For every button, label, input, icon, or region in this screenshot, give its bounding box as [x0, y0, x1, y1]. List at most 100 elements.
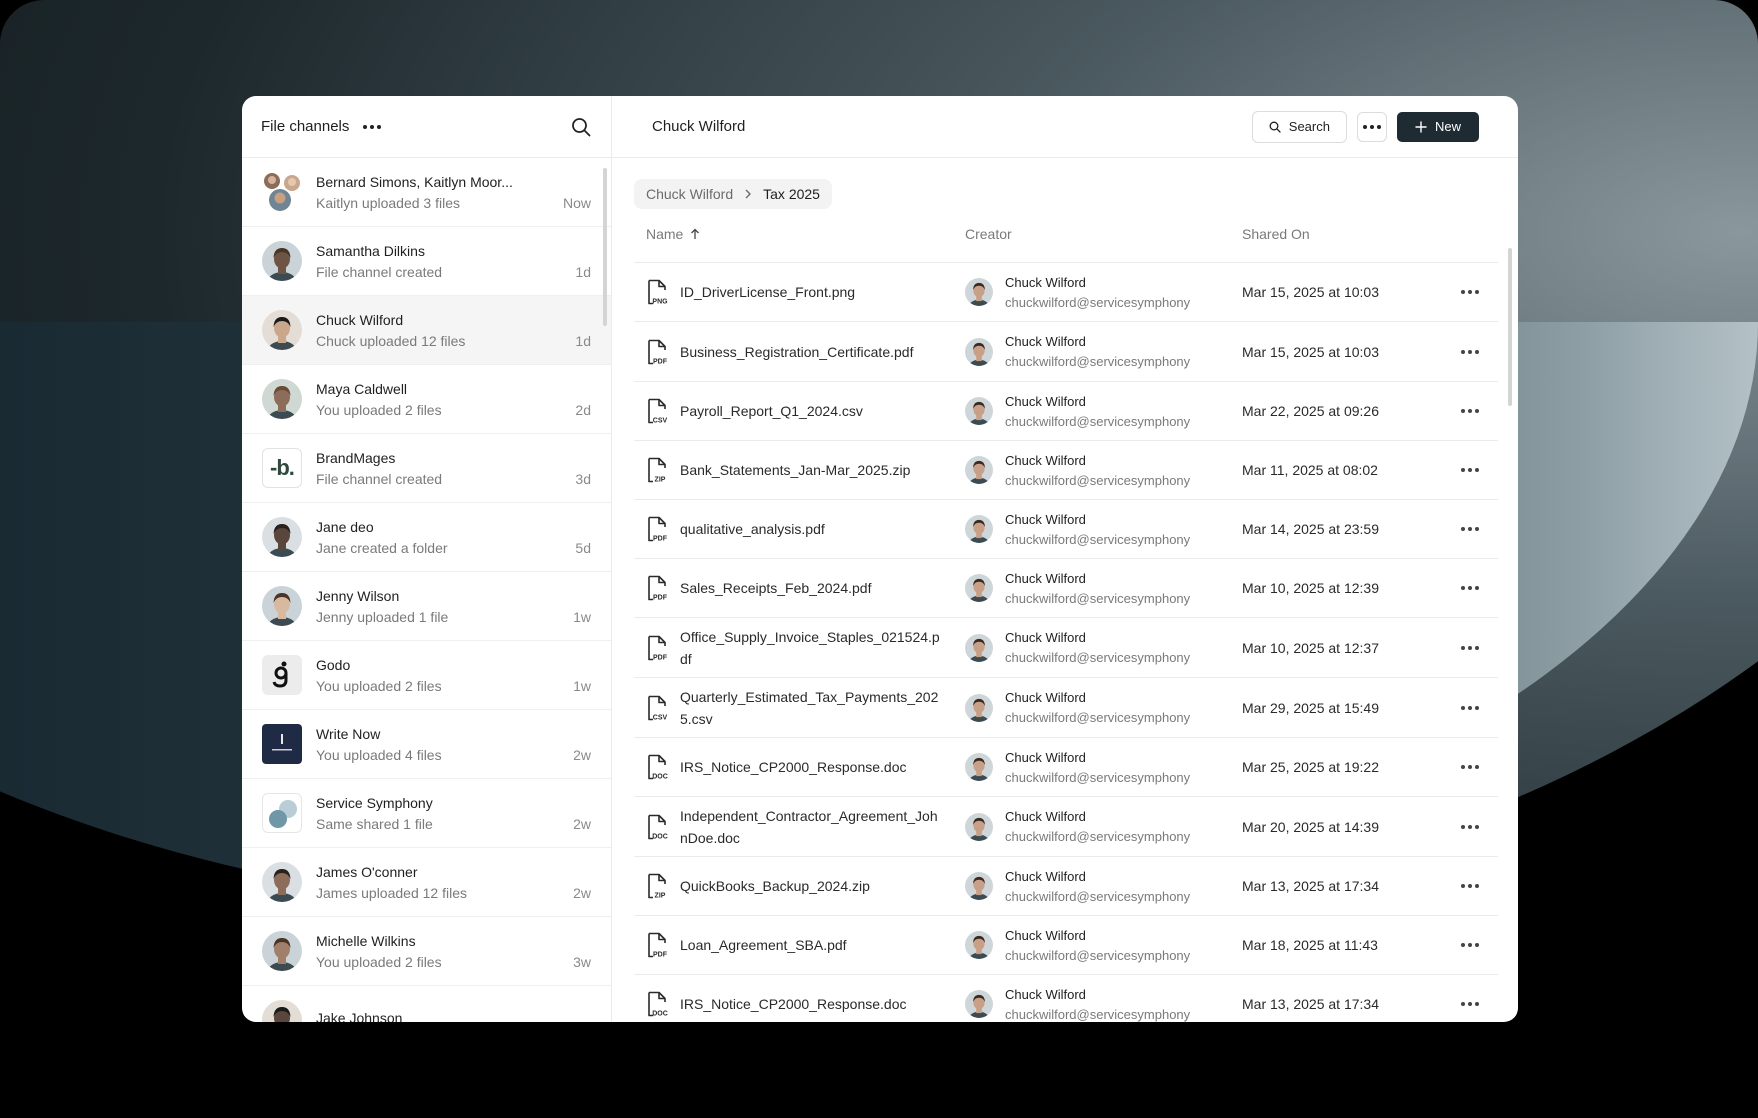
creator-email: chuckwilford@servicesymphony — [1005, 1006, 1191, 1022]
channel-name: Godo — [316, 656, 351, 673]
channel-item[interactable]: Bernard Simons, Kaitlyn Moor... Kaitlyn … — [242, 158, 611, 227]
column-header-name[interactable]: Name — [634, 226, 965, 242]
channel-item[interactable]: Chuck Wilford Chuck uploaded 12 files 1d — [242, 296, 611, 365]
creator-name: Chuck Wilford — [1005, 334, 1086, 349]
file-name[interactable]: Sales_Receipts_Feb_2024.pdf — [680, 577, 945, 599]
table-row[interactable]: PDF Loan_Agreement_SBA.pdf Chuck Wilford… — [634, 916, 1498, 975]
table-row[interactable]: PNG ID_DriverLicense_Front.png Chuck Wil… — [634, 263, 1498, 322]
brandmages-logo: -b. — [262, 448, 302, 488]
row-more-options-icon[interactable] — [1461, 349, 1479, 354]
table-row[interactable]: ZIP QuickBooks_Backup_2024.zip Chuck Wil… — [634, 857, 1498, 916]
shared-date: Mar 25, 2025 at 19:22 — [1242, 759, 1379, 775]
creator-email: chuckwilford@servicesymphony — [1005, 947, 1191, 963]
sort-ascending-icon — [691, 228, 700, 239]
avatar — [262, 517, 302, 557]
row-more-options-icon[interactable] — [1461, 645, 1479, 650]
table-row[interactable]: DOC IRS_Notice_CP2000_Response.doc Chuck… — [634, 738, 1498, 797]
row-more-options-icon[interactable] — [1461, 705, 1479, 710]
file-name[interactable]: Office_Supply_Invoice_Staples_021524.pdf — [680, 626, 945, 670]
file-name[interactable]: IRS_Notice_CP2000_Response.doc — [680, 993, 945, 1015]
table-row[interactable]: PDF Business_Registration_Certificate.pd… — [634, 322, 1498, 382]
breadcrumb-item[interactable]: Chuck Wilford — [646, 186, 733, 202]
table-row[interactable]: PDF Office_Supply_Invoice_Staples_021524… — [634, 618, 1498, 678]
row-more-options-icon[interactable] — [1461, 468, 1479, 472]
row-more-options-icon[interactable] — [1461, 527, 1479, 531]
creator-email: chuckwilford@servicesymphony — [1005, 413, 1191, 429]
shared-date: Mar 29, 2025 at 15:49 — [1242, 699, 1379, 716]
avatar — [965, 872, 993, 900]
channel-item[interactable]: Samantha Dilkins File channel created 1d — [242, 227, 611, 296]
avatar — [262, 931, 302, 971]
godo-logo — [262, 655, 302, 695]
file-name[interactable]: Payroll_Report_Q1_2024.csv — [680, 400, 945, 422]
creator-email: chuckwilford@servicesymphony — [1005, 650, 1191, 665]
column-header-creator[interactable]: Creator — [965, 226, 1242, 242]
channel-item[interactable]: Maya Caldwell You uploaded 2 files 2d — [242, 365, 611, 434]
row-more-options-icon[interactable] — [1461, 290, 1479, 294]
channel-time: 2w — [573, 747, 591, 763]
row-more-options-icon[interactable] — [1461, 1002, 1479, 1006]
file-name[interactable]: IRS_Notice_CP2000_Response.doc — [680, 756, 945, 778]
channel-activity: Chuck uploaded 12 files — [316, 332, 466, 349]
sidebar-scrollbar[interactable] — [603, 168, 607, 326]
channel-item[interactable]: Godo You uploaded 2 files 1w — [242, 641, 611, 710]
row-more-options-icon[interactable] — [1461, 943, 1479, 947]
pdf-file-icon: PDF — [648, 575, 668, 602]
channel-name: Jane deo — [316, 518, 374, 535]
channel-activity: You uploaded 2 files — [316, 953, 442, 970]
table-row[interactable]: DOC Independent_Contractor_Agreement_Joh… — [634, 797, 1498, 857]
channel-item[interactable]: -b. BrandMages File channel created 3d — [242, 434, 611, 503]
channel-time: 1w — [573, 678, 591, 694]
channel-item[interactable]: Jane deo Jane created a folder 5d — [242, 503, 611, 572]
file-name[interactable]: Loan_Agreement_SBA.pdf — [680, 934, 945, 956]
table-row[interactable]: CSV Payroll_Report_Q1_2024.csv Chuck Wil… — [634, 382, 1498, 441]
channel-name: Samantha Dilkins — [316, 242, 425, 259]
brand-logo: -b. — [262, 448, 302, 488]
channel-item[interactable]: James O'conner James uploaded 12 files 2… — [242, 848, 611, 917]
avatar — [262, 241, 302, 281]
channel-item[interactable]: Jenny Wilson Jenny uploaded 1 file 1w — [242, 572, 611, 641]
search-button[interactable]: Search — [1251, 110, 1347, 143]
breadcrumb-current: Tax 2025 — [763, 186, 820, 202]
channel-item[interactable]: Service Symphony Same shared 1 file 2w — [242, 779, 611, 848]
column-header-shared-on[interactable]: Shared On — [1242, 226, 1442, 242]
svg-text:PDF: PDF — [653, 595, 668, 602]
table-row[interactable]: PDF qualitative_analysis.pdf Chuck Wilfo… — [634, 500, 1498, 559]
row-more-options-icon[interactable] — [1461, 824, 1479, 829]
file-name[interactable]: QuickBooks_Backup_2024.zip — [680, 875, 945, 897]
table-row[interactable]: CSV Quarterly_Estimated_Tax_Payments_202… — [634, 678, 1498, 738]
file-name[interactable]: Business_Registration_Certificate.pdf — [680, 341, 945, 363]
channel-list: Bernard Simons, Kaitlyn Moor... Kaitlyn … — [242, 158, 611, 1022]
more-options-button[interactable] — [1356, 111, 1387, 142]
svg-text:PDF: PDF — [653, 358, 668, 365]
sidebar-header: File channels — [242, 96, 611, 158]
shared-date: Mar 13, 2025 at 17:34 — [1242, 996, 1379, 1012]
file-name[interactable]: qualitative_analysis.pdf — [680, 518, 945, 540]
file-name[interactable]: ID_DriverLicense_Front.png — [680, 281, 945, 303]
table-row[interactable]: PDF Sales_Receipts_Feb_2024.pdf Chuck Wi… — [634, 559, 1498, 618]
search-icon[interactable] — [570, 116, 592, 138]
table-row[interactable]: DOC IRS_Notice_CP2000_Response.doc Chuck… — [634, 975, 1498, 1022]
file-name[interactable]: Bank_Statements_Jan-Mar_2025.zip — [680, 459, 945, 481]
row-more-options-icon[interactable] — [1461, 409, 1479, 413]
channel-item[interactable]: Write Now You uploaded 4 files 2w — [242, 710, 611, 779]
main-scrollbar[interactable] — [1508, 248, 1512, 406]
file-name[interactable]: Independent_Contractor_Agreement_JohnDoe… — [680, 805, 945, 849]
new-button[interactable]: New — [1396, 111, 1479, 142]
row-more-options-icon[interactable] — [1461, 884, 1479, 888]
row-more-options-icon[interactable] — [1461, 586, 1479, 590]
doc-file-icon: DOC — [648, 814, 668, 840]
channel-item[interactable]: Michelle Wilkins You uploaded 2 files 3w — [242, 917, 611, 986]
plus-icon — [1415, 120, 1427, 133]
row-more-options-icon[interactable] — [1461, 765, 1479, 769]
avatar — [965, 693, 993, 722]
channel-name: Bernard Simons, Kaitlyn Moor... — [316, 173, 513, 190]
channel-time: 1w — [573, 609, 591, 625]
more-options-icon[interactable] — [363, 124, 382, 129]
avatar — [965, 812, 993, 841]
channel-item[interactable]: Jake Johnson — [242, 986, 611, 1022]
table-row[interactable]: ZIP Bank_Statements_Jan-Mar_2025.zip Chu… — [634, 441, 1498, 500]
creator-name: Chuck Wilford — [1005, 274, 1086, 290]
file-name[interactable]: Quarterly_Estimated_Tax_Payments_2025.cs… — [680, 686, 945, 730]
channel-activity: Same shared 1 file — [316, 815, 433, 832]
